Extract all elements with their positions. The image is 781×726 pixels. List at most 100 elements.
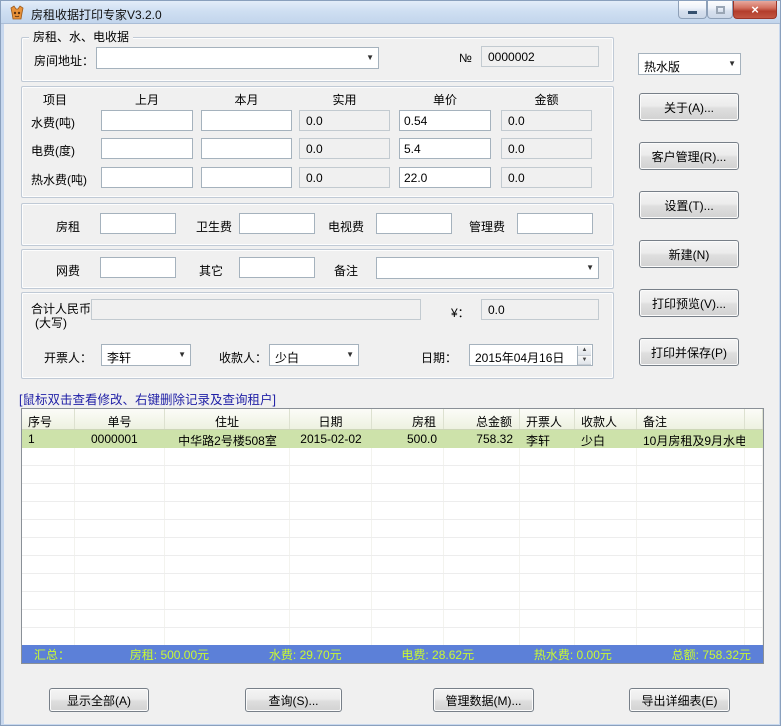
total-label-line2: (大写) bbox=[35, 314, 67, 331]
date-field[interactable]: 2015年04月16日 ▲ ▼ bbox=[469, 344, 593, 366]
col-header-date[interactable]: 日期 bbox=[290, 409, 372, 429]
payee-value: 少白 bbox=[275, 349, 299, 366]
hotwater-last-input[interactable] bbox=[101, 167, 193, 188]
date-spinner[interactable]: ▲ ▼ bbox=[577, 346, 591, 365]
customer-management-button[interactable]: 客户管理(R)... bbox=[639, 142, 739, 170]
col-header-index[interactable]: 序号 bbox=[22, 409, 75, 429]
minimize-button[interactable] bbox=[678, 1, 707, 19]
print-save-button[interactable]: 打印并保存(P) bbox=[639, 338, 739, 366]
chevron-down-icon: ▼ bbox=[346, 350, 354, 359]
table-row[interactable]: 1 0000001 中华路2号楼508室 2015-02-02 500.0 75… bbox=[22, 430, 763, 448]
about-button[interactable]: 关于(A)... bbox=[639, 93, 739, 121]
issuer-combobox[interactable]: 李轩 ▼ bbox=[101, 344, 191, 366]
close-button[interactable]: × bbox=[733, 1, 777, 19]
row-issuer: 李轩 bbox=[520, 430, 575, 448]
settings-button[interactable]: 设置(T)... bbox=[639, 191, 739, 219]
address-combobox[interactable]: ▼ bbox=[96, 47, 379, 69]
empty-row bbox=[22, 574, 763, 592]
query-button[interactable]: 查询(S)... bbox=[245, 688, 342, 712]
manage-data-button[interactable]: 管理数据(M)... bbox=[433, 688, 534, 712]
payee-label: 收款人： bbox=[219, 349, 267, 366]
rent-label: 房租 bbox=[56, 218, 80, 235]
print-preview-button[interactable]: 打印预览(V)... bbox=[639, 289, 739, 317]
summary-total: 总额: 758.32元 bbox=[672, 646, 751, 663]
water-current-input[interactable] bbox=[201, 110, 292, 131]
payee-combobox[interactable]: 少白 ▼ bbox=[269, 344, 359, 366]
fee-header-amount: 金额 bbox=[501, 91, 592, 108]
sanitation-input[interactable] bbox=[239, 213, 315, 234]
electric-row-label: 电费(度) bbox=[31, 142, 75, 159]
water-last-input[interactable] bbox=[101, 110, 193, 131]
yen-field: 0.0 bbox=[481, 299, 599, 320]
col-header-total[interactable]: 总金额 bbox=[444, 409, 520, 429]
summary-bar: 汇总： 房租: 500.00元 水费: 29.70元 电费: 28.62元 热水… bbox=[22, 645, 763, 663]
tv-label: 电视费 bbox=[328, 218, 364, 235]
receipt-no-field: 0000002 bbox=[481, 46, 599, 67]
electric-price-input[interactable] bbox=[399, 138, 491, 159]
fee-header-item: 项目 bbox=[23, 91, 87, 108]
hotwater-current-input[interactable] bbox=[201, 167, 292, 188]
col-header-remark[interactable]: 备注 bbox=[637, 409, 745, 429]
new-button[interactable]: 新建(N) bbox=[639, 240, 739, 268]
fee-header-usage: 实用 bbox=[299, 91, 390, 108]
water-price-input[interactable] bbox=[399, 110, 491, 131]
internet-input[interactable] bbox=[100, 257, 176, 278]
other-input[interactable] bbox=[239, 257, 315, 278]
row-date: 2015-02-02 bbox=[290, 430, 372, 448]
chevron-down-icon: ▼ bbox=[366, 53, 374, 62]
summary-electric: 电费: 28.62元 bbox=[401, 646, 474, 663]
col-header-address[interactable]: 住址 bbox=[165, 409, 290, 429]
col-header-rent[interactable]: 房租 bbox=[372, 409, 444, 429]
empty-row bbox=[22, 628, 763, 646]
hotwater-amount-field: 0.0 bbox=[501, 167, 592, 188]
show-all-button[interactable]: 显示全部(A) bbox=[49, 688, 149, 712]
col-header-payee[interactable]: 收款人 bbox=[575, 409, 637, 429]
chevron-down-icon: ▼ bbox=[728, 59, 736, 68]
col-header-issuer[interactable]: 开票人 bbox=[520, 409, 575, 429]
electric-last-input[interactable] bbox=[101, 138, 193, 159]
summary-label: 汇总： bbox=[34, 646, 70, 663]
other-label: 其它 bbox=[199, 262, 223, 279]
hotwater-price-input[interactable] bbox=[399, 167, 491, 188]
spin-down-icon[interactable]: ▼ bbox=[578, 356, 591, 366]
maximize-button[interactable] bbox=[707, 1, 733, 19]
app-window: 房租收据打印专家V3.2.0 × 房租、水、电收据 房间地址： ▼ № 0000… bbox=[0, 0, 781, 726]
row-total: 758.32 bbox=[444, 430, 520, 448]
export-detail-button[interactable]: 导出详细表(E) bbox=[629, 688, 730, 712]
group-label: 房租、水、电收据 bbox=[29, 28, 133, 45]
empty-row bbox=[22, 520, 763, 538]
minimize-icon bbox=[688, 11, 697, 14]
management-input[interactable] bbox=[517, 213, 593, 234]
rent-input[interactable] bbox=[100, 213, 176, 234]
summary-water: 水费: 29.70元 bbox=[269, 646, 342, 663]
remark-label: 备注 bbox=[334, 262, 358, 279]
col-header-order-no[interactable]: 单号 bbox=[75, 409, 165, 429]
address-label: 房间地址： bbox=[34, 52, 94, 69]
tv-input[interactable] bbox=[376, 213, 452, 234]
row-order-no: 0000001 bbox=[75, 430, 165, 448]
hotwater-row-label: 热水费(吨) bbox=[31, 171, 87, 188]
empty-row bbox=[22, 610, 763, 628]
records-hint: [鼠标双击查看修改、右键删除记录及查询租户] bbox=[19, 389, 276, 408]
title-bar: 房租收据打印专家V3.2.0 × bbox=[1, 1, 781, 24]
electric-amount-field: 0.0 bbox=[501, 138, 592, 159]
electric-usage-field: 0.0 bbox=[299, 138, 390, 159]
records-table[interactable]: 序号 单号 住址 日期 房租 总金额 开票人 收款人 备注 1 0000001 … bbox=[21, 408, 764, 664]
summary-hotwater: 热水费: 0.00元 bbox=[534, 646, 612, 663]
electric-current-input[interactable] bbox=[201, 138, 292, 159]
yen-label: ¥： bbox=[451, 304, 470, 321]
empty-row bbox=[22, 448, 763, 466]
col-header-filler bbox=[745, 409, 763, 429]
empty-row bbox=[22, 556, 763, 574]
row-payee: 少白 bbox=[575, 430, 637, 448]
spin-up-icon[interactable]: ▲ bbox=[578, 346, 591, 356]
app-icon bbox=[9, 5, 25, 21]
row-index: 1 bbox=[22, 430, 75, 448]
date-label: 日期： bbox=[421, 349, 457, 366]
row-address: 中华路2号楼508室 bbox=[165, 430, 290, 448]
version-combobox[interactable]: 热水版 ▼ bbox=[638, 53, 741, 75]
maximize-icon bbox=[716, 6, 725, 14]
window-title: 房租收据打印专家V3.2.0 bbox=[31, 6, 162, 23]
date-value: 2015年04月16日 bbox=[475, 349, 564, 366]
remark-combobox[interactable]: ▼ bbox=[376, 257, 599, 279]
